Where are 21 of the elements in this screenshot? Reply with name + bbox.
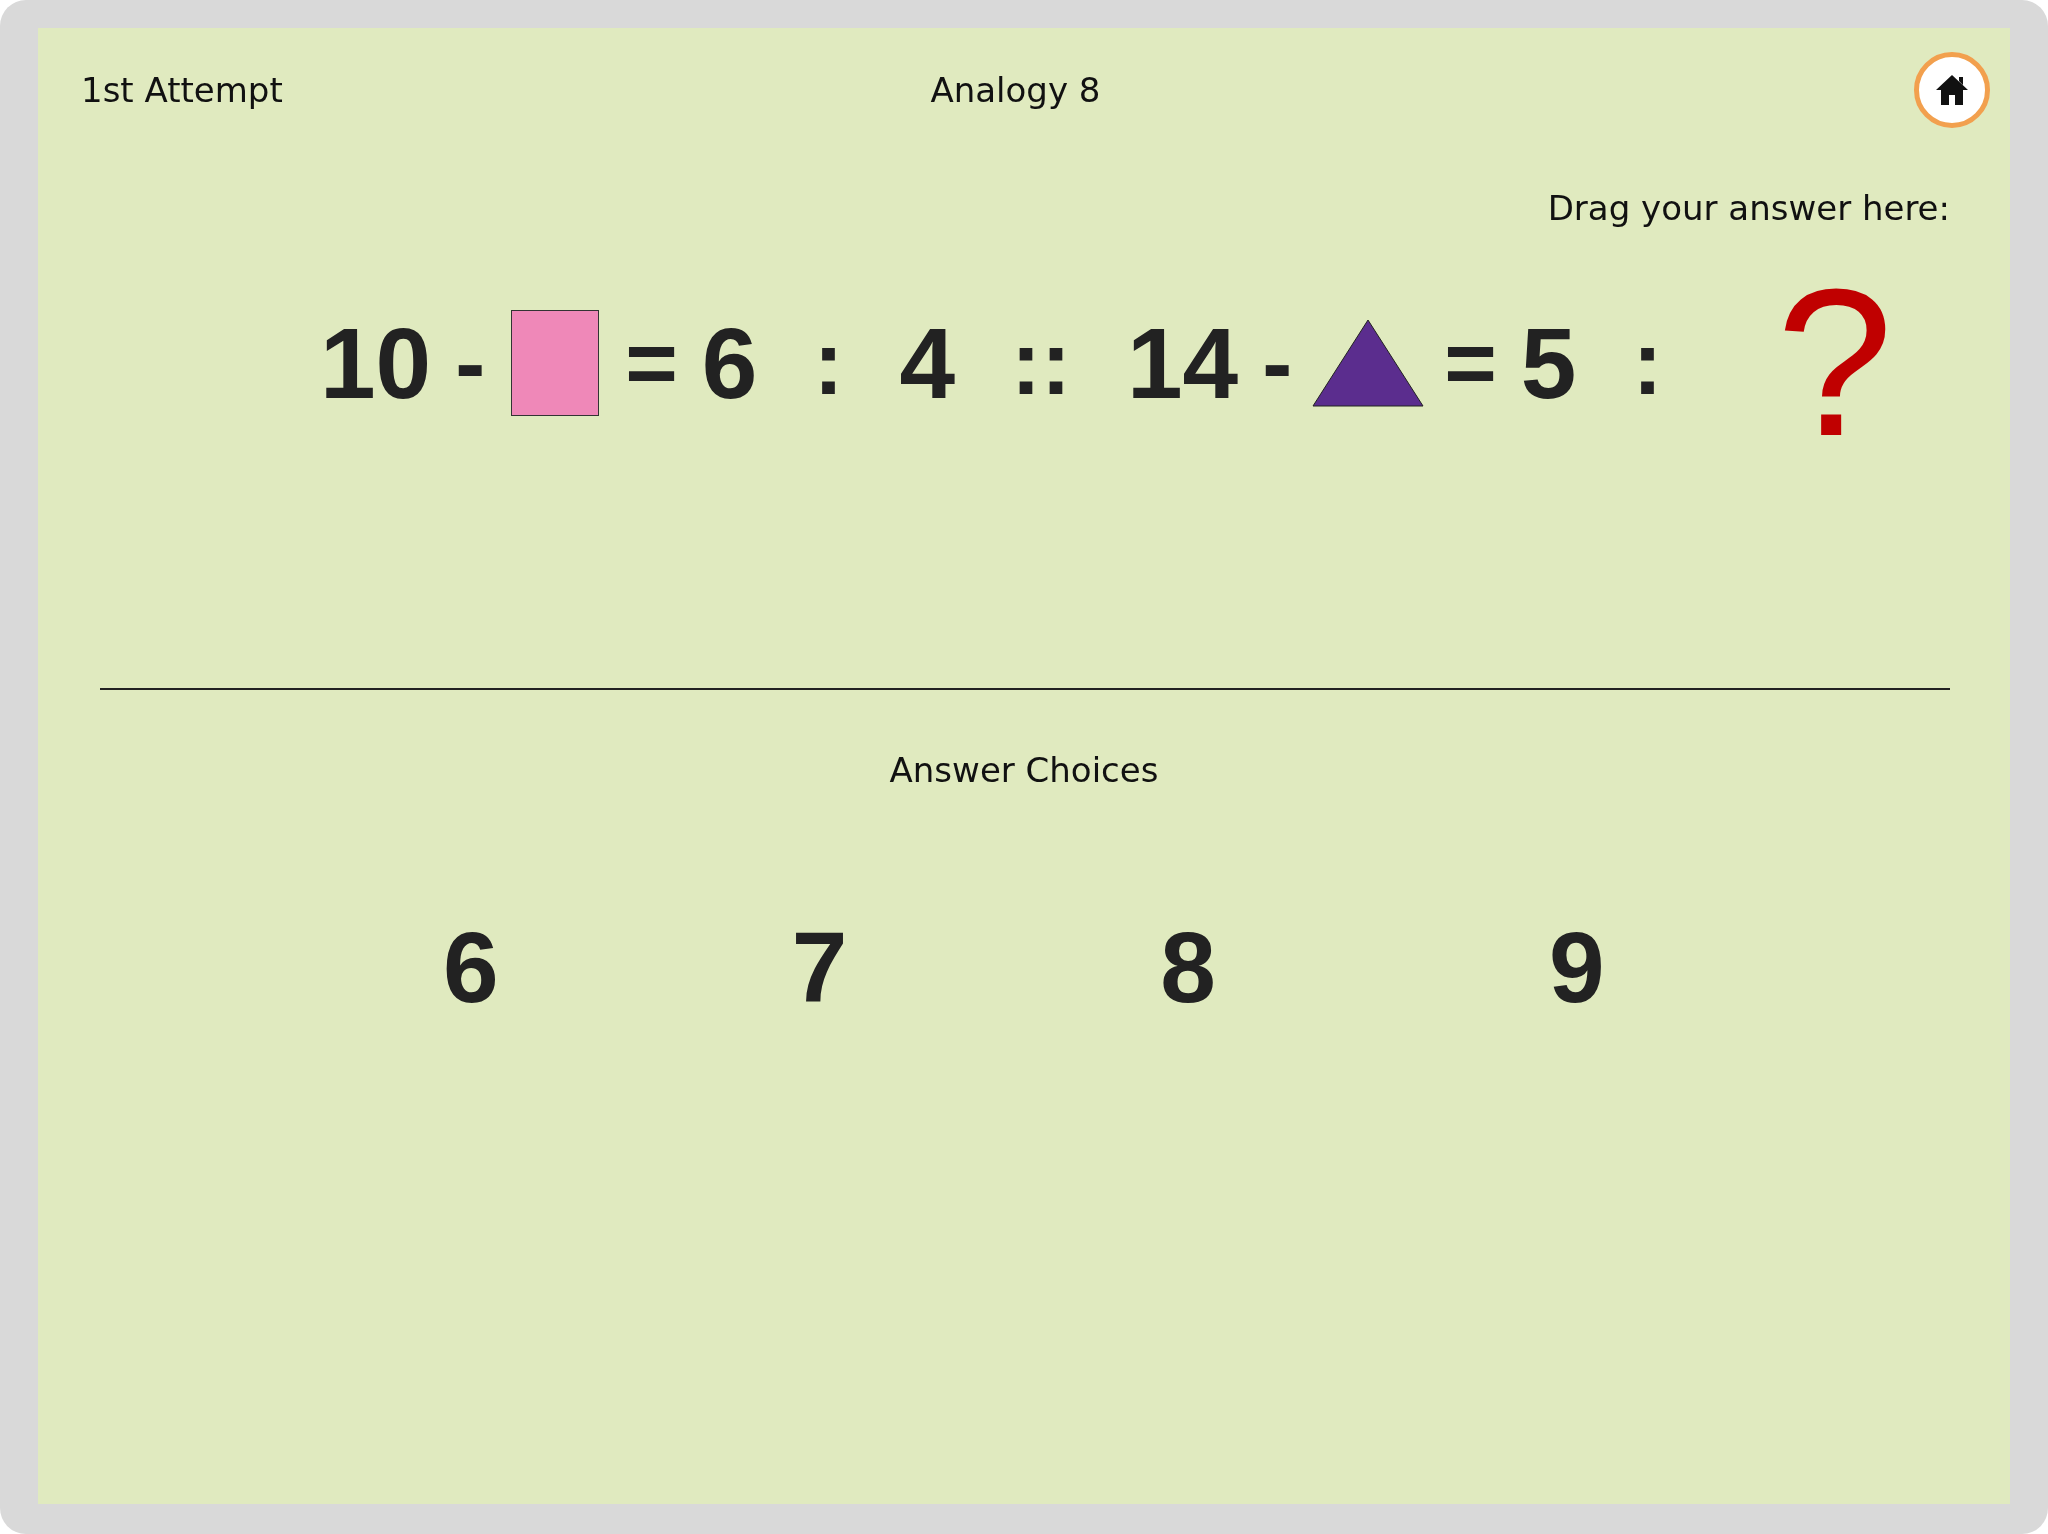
equation-operator: = [1444,311,1497,415]
equation-operator: - [1262,311,1293,415]
answer-choice[interactable]: 6 [443,910,499,1025]
ratio-colon: :: [1011,311,1071,415]
screen-title: Analogy 8 [930,70,1101,110]
equation-number: 5 [1520,305,1577,421]
equation-number: 10 [320,305,432,421]
answer-choice[interactable]: 7 [791,910,848,1025]
equation-number: 6 [701,305,758,421]
equation-number: 14 [1126,305,1239,421]
answer-choice[interactable]: 9 [1548,910,1605,1025]
equation-number: 4 [899,305,955,421]
ratio-colon: : [813,311,844,415]
drop-hint: Drag your answer here: [1547,188,1950,228]
equation-operator: - [455,311,486,415]
equation-operator: = [625,311,678,415]
ratio-colon: : [1632,311,1663,415]
home-icon [1935,74,1969,106]
choices-title: Answer Choices [888,750,1160,790]
answer-choice[interactable]: 8 [1160,910,1216,1025]
answer-slot[interactable]: ? [1776,258,1894,468]
